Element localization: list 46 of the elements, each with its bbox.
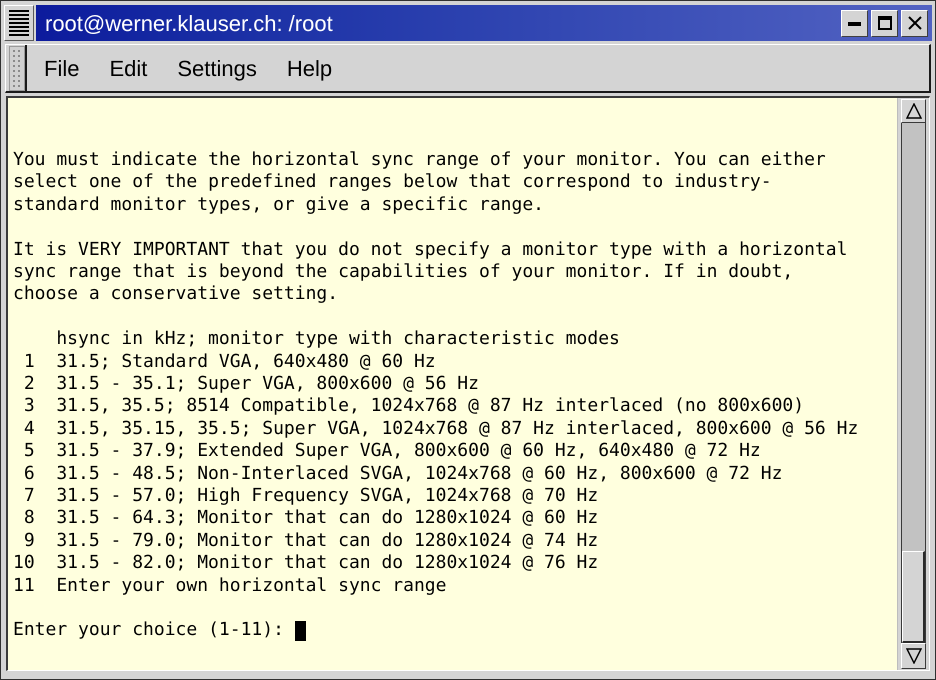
terminal-paragraph: You must indicate the horizontal sync range of your monitor. You can either select one of the predefined ranges below that correspond to industry- standard monitor types, or give a specific range. [13, 149, 826, 216]
prompt-text: Enter your choice (1-11): [13, 619, 284, 642]
option-text: 31.5, 35.5; 8514 Compatible, 1024x768 @ 87 Hz interlaced (no 800x600) [56, 395, 804, 418]
option-text: 31.5 - 57.0; High Frequency SVGA, 1024x768 @ 70 Hz [56, 485, 598, 508]
close-button[interactable] [901, 10, 928, 36]
window-menu-button[interactable] [4, 5, 34, 41]
list-header: hsync in kHz; monitor type with characteristic modes [55, 328, 620, 351]
window-title: root@werner.klauser.ch: /root [45, 10, 333, 38]
scrollbar[interactable] [897, 98, 929, 670]
option-number: 1 [22, 350, 35, 374]
menu-item[interactable]: Settings [162, 48, 272, 88]
menu-item[interactable]: Help [272, 48, 348, 88]
option-number: 2 [22, 373, 35, 396]
option-text: 31.5 - 35.1; Super VGA, 800x600 @ 56 Hz [56, 373, 479, 396]
option-text: 31.5 - 48.5; Non-Interlaced SVGA, 1024x768 @ 60 Hz, 800x600 @ 72 Hz [56, 462, 782, 486]
option-text: 31.5 - 37.9; Extended Super VGA, 800x600 @ 60 Hz, 640x480 @ 72 Hz [56, 440, 761, 463]
menu-item[interactable]: File [29, 48, 94, 88]
option-number: 3 [22, 395, 35, 418]
option-number: 4 [22, 418, 35, 440]
option-number: 7 [22, 485, 35, 508]
maximize-icon [878, 16, 892, 30]
option-number: 10 [13, 552, 35, 575]
scroll-down-button[interactable] [901, 643, 926, 669]
menu-item[interactable]: Edit [94, 48, 162, 88]
option-text: 31.5 - 82.0; Monitor that can do 1280x1024 @ 76 Hz [56, 552, 598, 575]
menu-icon [9, 10, 29, 36]
grip-icon[interactable] [9, 46, 25, 90]
option-text: Enter your own horizontal sync range [56, 574, 446, 598]
option-text: 31.5 - 64.3; Monitor that can do 1280x1024 @ 60 Hz [56, 507, 598, 530]
option-number: 9 [22, 530, 35, 552]
option-number: 6 [22, 462, 35, 486]
scroll-up-button[interactable] [901, 99, 926, 123]
terminal-paragraph: It is VERY IMPORTANT that you do not specify a monitor type with a horizontal sync range that is beyond the capabilities of your monitor. If in doubt, choose a conservative setting. [13, 238, 848, 306]
minimize-button[interactable] [841, 10, 868, 36]
maximize-button[interactable] [871, 10, 898, 36]
option-number: 8 [22, 507, 35, 530]
option-text: 31.5 - 79.0; Monitor that can do 1280x1024 @ 74 Hz [56, 530, 598, 552]
close-icon [908, 16, 922, 30]
option-text: 31.5; Standard VGA, 640x480 @ 60 Hz [56, 350, 436, 374]
scrollbar-thumb[interactable] [902, 551, 925, 643]
up-triangle-icon [906, 103, 922, 119]
minimize-icon [848, 22, 861, 26]
option-text: 31.5, 35.15, 35.5; Super VGA, 1024x768 @ 87 Hz interlaced, 800x600 @ 56 Hz [56, 418, 858, 440]
down-triangle-icon [906, 648, 922, 664]
option-number: 11 [13, 574, 35, 598]
option-number: 5 [22, 440, 35, 463]
